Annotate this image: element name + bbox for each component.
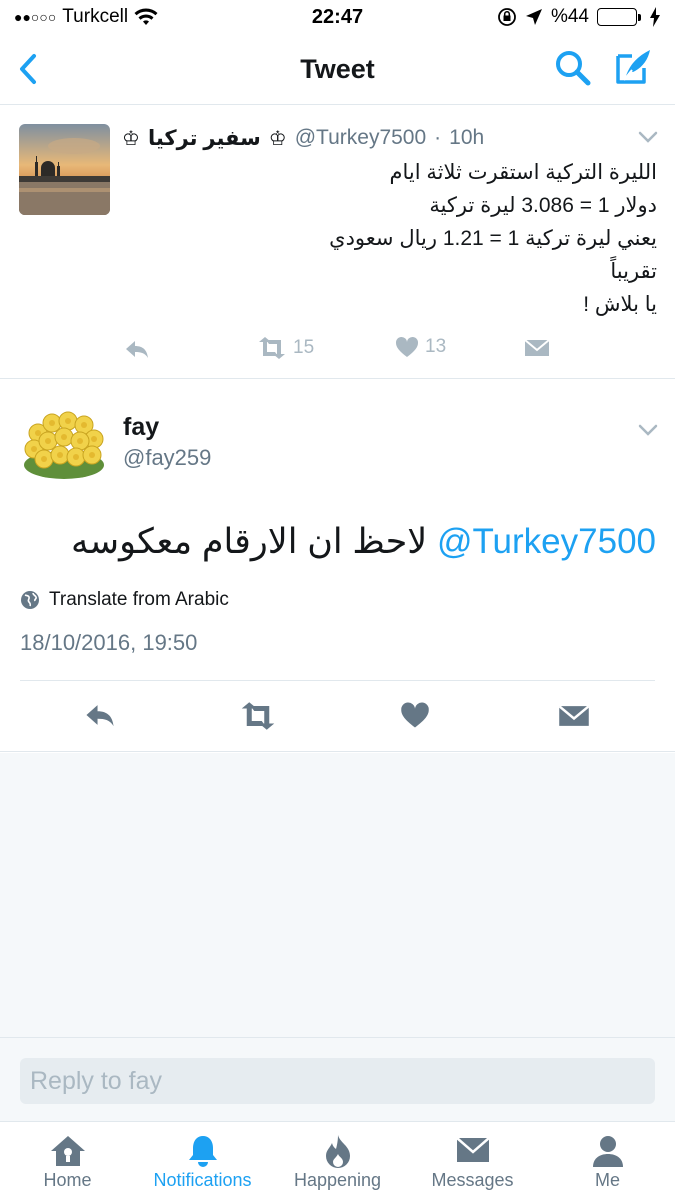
carrier-name: Turkcell xyxy=(62,6,129,27)
reply-input[interactable] xyxy=(20,1058,655,1104)
status-left: ●●○○○ Turkcell xyxy=(14,6,158,28)
parent-tweet-header: ♔ سفير تركيا ♔ @Turkey7500 · 10h xyxy=(122,124,484,152)
tab-home[interactable]: Home xyxy=(0,1122,135,1200)
avatar-mosque-image xyxy=(19,124,110,215)
crown-icon: ♔ xyxy=(268,127,287,150)
retweet-count: 15 xyxy=(293,337,315,358)
tweet-line: يا بلاش ! xyxy=(583,293,657,316)
search-icon[interactable] xyxy=(554,49,592,87)
battery-icon xyxy=(597,8,641,26)
tab-happening[interactable]: Happening xyxy=(270,1122,405,1200)
tab-bar: Home Notifications Happening Messages Me xyxy=(0,1121,675,1200)
tweet-line: تقريباً xyxy=(610,260,657,283)
heart-icon xyxy=(395,336,419,357)
charging-bolt-icon xyxy=(650,7,660,27)
tab-label: Happening xyxy=(293,1170,382,1190)
direct-message-button[interactable] xyxy=(524,338,550,358)
reply-arrow-icon xyxy=(126,341,148,358)
battery-percent: %44 xyxy=(550,6,589,27)
page-title: Tweet xyxy=(300,53,375,84)
reply-button[interactable] xyxy=(124,338,150,360)
chevron-down-icon[interactable] xyxy=(638,423,658,437)
envelope-icon xyxy=(455,1137,490,1162)
retweet-icon xyxy=(259,337,285,359)
focal-tweet: fay @fay259 @Turkey7500 لاحظ ان الارقام … xyxy=(0,379,675,752)
bell-icon xyxy=(188,1136,217,1167)
envelope-icon[interactable] xyxy=(558,703,590,729)
translate-button[interactable]: Translate from Arabic xyxy=(20,589,229,611)
tweet-line: دولار 1 = 3.086 ليرة تركية xyxy=(429,194,657,217)
tweet-timestamp: 18/10/2016, 19:50 xyxy=(20,630,198,655)
parent-tweet-actions: 15 13 xyxy=(0,334,675,364)
retweet-button[interactable]: 15 xyxy=(257,336,314,360)
focal-display-name[interactable]: fay xyxy=(123,413,159,442)
flame-icon xyxy=(325,1135,350,1168)
envelope-icon xyxy=(524,339,550,356)
orientation-lock-icon xyxy=(498,8,516,26)
reply-arrow-icon[interactable] xyxy=(84,701,116,729)
separator-dot: · xyxy=(434,126,442,149)
reply-bar xyxy=(0,1037,675,1121)
status-right: %44 xyxy=(497,6,661,28)
tab-notifications[interactable]: Notifications xyxy=(135,1122,270,1200)
tab-label: Messages xyxy=(431,1170,514,1190)
focal-handle[interactable]: @fay259 xyxy=(123,445,211,471)
focal-tweet-body: لاحظ ان الارقام معكوسه xyxy=(70,522,428,561)
parent-tweet-text: الليرة التركية استقرت ثلاثة ايام دولار 1… xyxy=(122,156,657,321)
like-count: 13 xyxy=(425,336,447,357)
like-button[interactable]: 13 xyxy=(395,336,446,358)
parent-handle[interactable]: @Turkey7500 xyxy=(295,126,426,150)
crown-icon: ♔ xyxy=(122,127,140,150)
parent-time: 10h xyxy=(449,126,485,149)
tweet-line: الليرة التركية استقرت ثلاثة ايام xyxy=(389,161,657,184)
tab-label: Notifications xyxy=(153,1170,252,1190)
chevron-down-icon[interactable] xyxy=(638,130,658,144)
globe-icon xyxy=(21,591,39,609)
wifi-icon xyxy=(134,8,158,25)
avatar[interactable] xyxy=(20,407,108,483)
home-icon xyxy=(50,1136,85,1166)
focal-tweet-actions xyxy=(0,699,675,733)
person-icon xyxy=(592,1136,623,1167)
empty-conversation-area xyxy=(0,753,675,1037)
signal-strength-icon: ●●○○○ xyxy=(14,9,57,25)
focal-tweet-text: @Turkey7500 لاحظ ان الارقام معكوسه xyxy=(20,519,656,565)
avatar[interactable] xyxy=(19,124,110,215)
parent-display-name[interactable]: سفير تركيا xyxy=(148,126,261,151)
nav-bar: Tweet xyxy=(0,34,675,105)
translate-label: Translate from Arabic xyxy=(49,589,229,610)
status-bar: ●●○○○ Turkcell 22:47 %44 xyxy=(0,0,675,34)
tab-me[interactable]: Me xyxy=(540,1122,675,1200)
back-chevron-icon[interactable] xyxy=(14,50,44,88)
tab-label: Home xyxy=(43,1170,92,1190)
mention-link[interactable]: @Turkey7500 xyxy=(437,522,656,561)
tab-messages[interactable]: Messages xyxy=(405,1122,540,1200)
tab-label: Me xyxy=(594,1170,620,1190)
tweet-line: يعني ليرة تركية 1 = 1.21 ريال سعودي xyxy=(329,227,657,250)
heart-icon[interactable] xyxy=(400,701,430,729)
parent-tweet[interactable]: ♔ سفير تركيا ♔ @Turkey7500 · 10h الليرة … xyxy=(0,106,675,379)
compose-tweet-icon[interactable] xyxy=(612,46,654,88)
retweet-icon[interactable] xyxy=(239,701,277,731)
location-arrow-icon xyxy=(525,9,542,25)
divider xyxy=(20,680,655,681)
